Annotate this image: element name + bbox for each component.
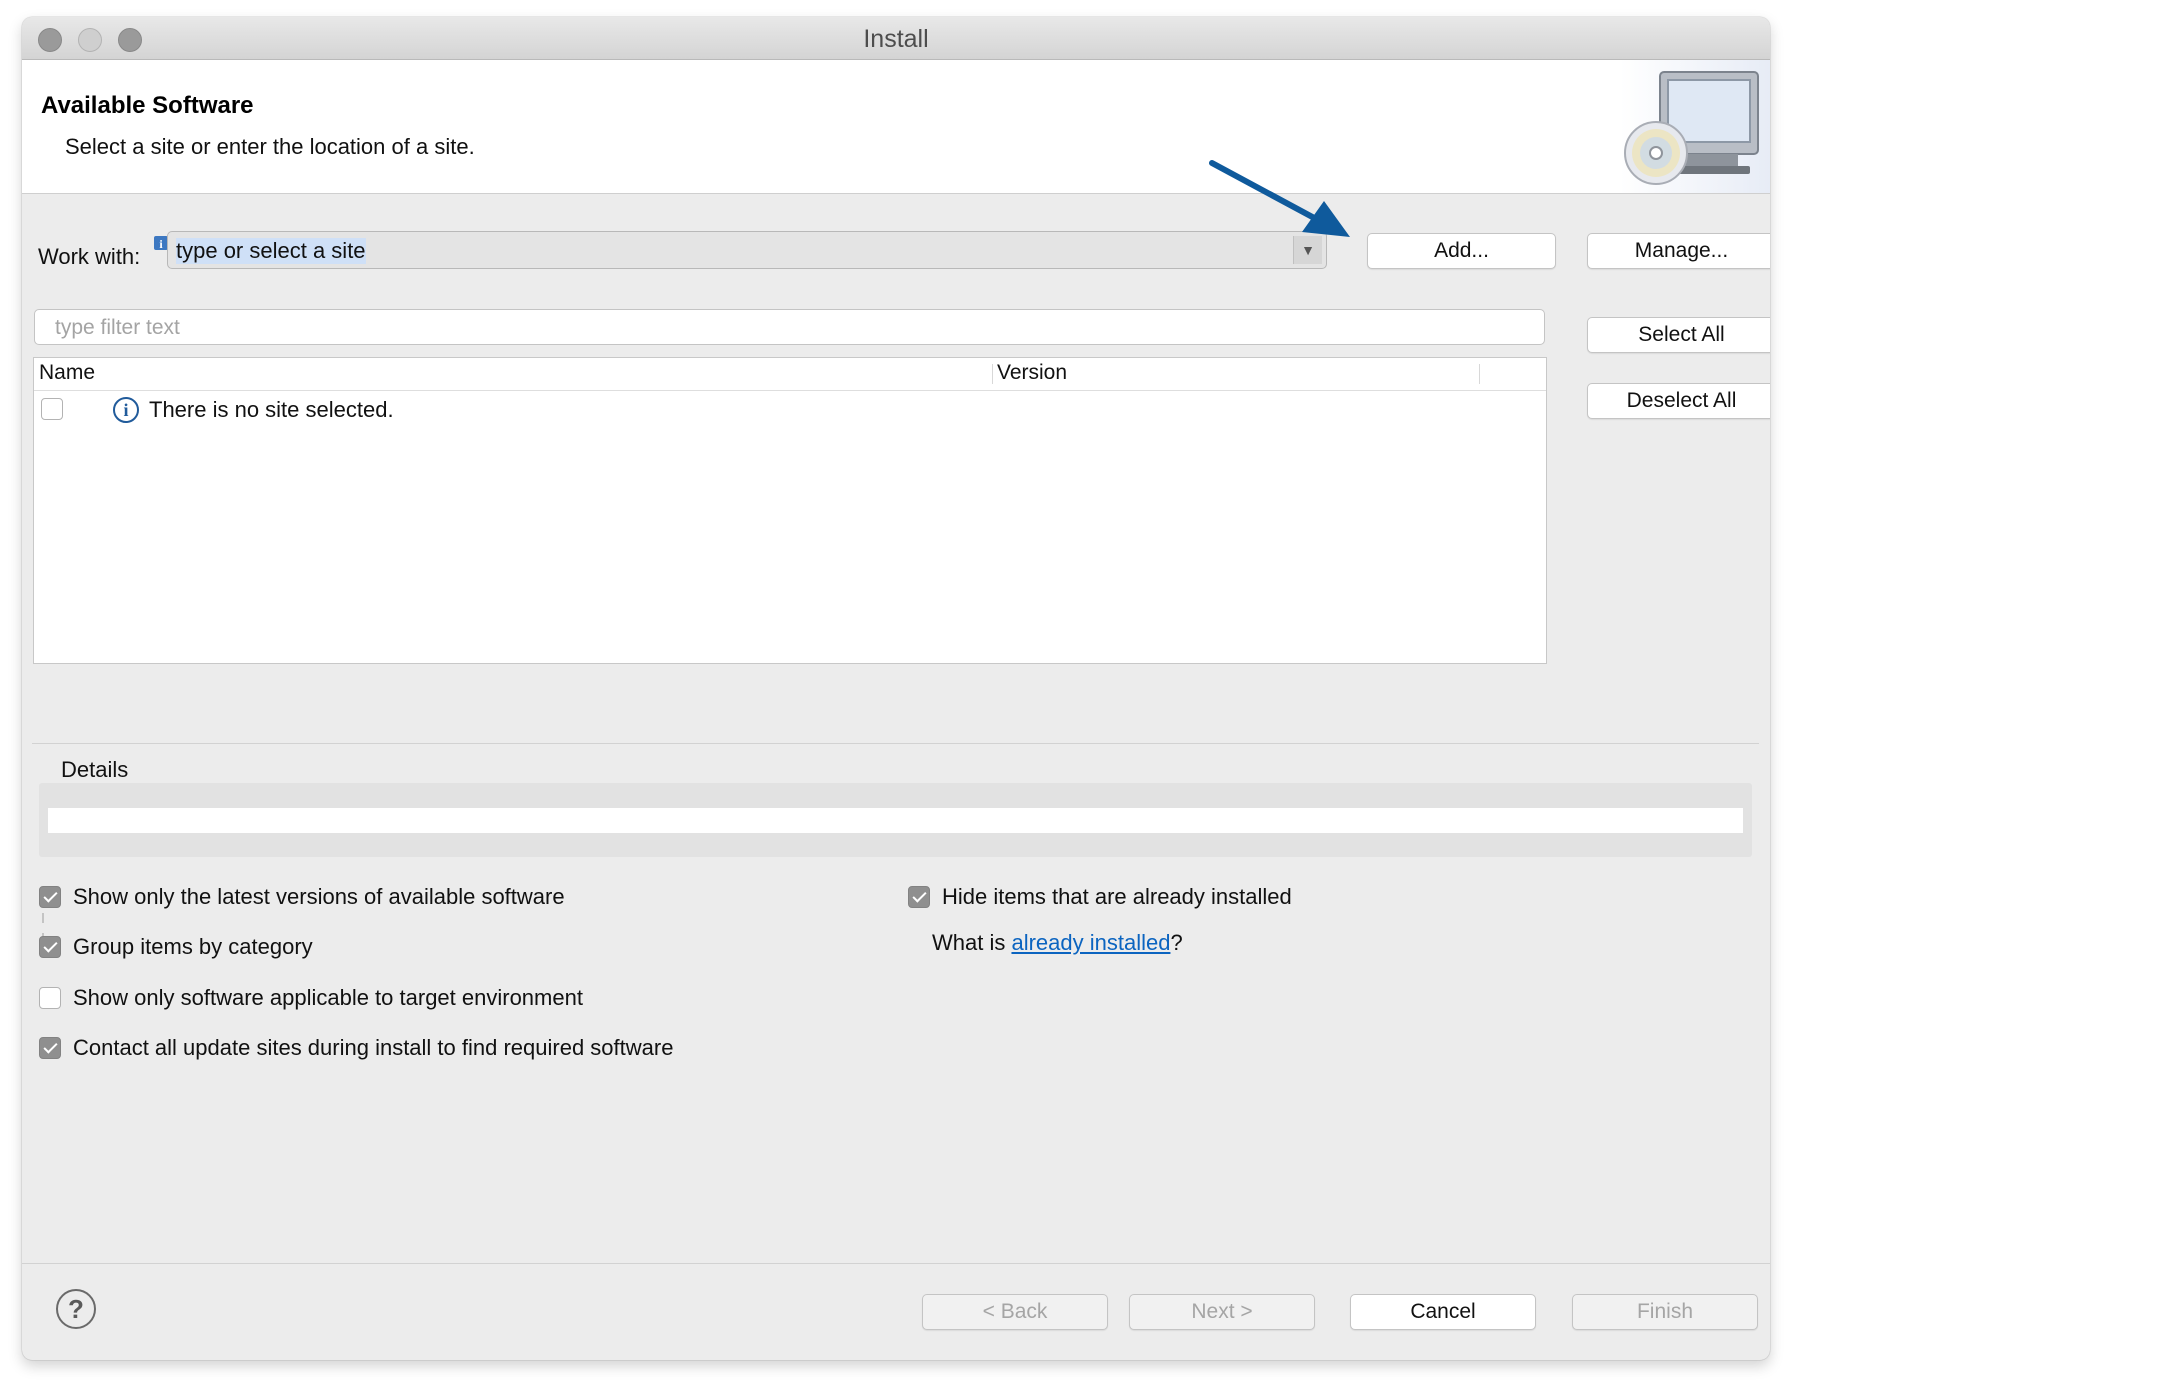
divider — [32, 743, 1759, 744]
what-is-installed-text: What is already installed? — [932, 930, 1183, 956]
row-text: There is no site selected. — [149, 397, 394, 422]
chevron-down-icon[interactable]: ▼ — [1293, 236, 1322, 264]
footer-divider — [22, 1263, 1770, 1264]
title-bar: Install — [22, 17, 1770, 60]
column-separator — [1479, 364, 1480, 384]
column-name-header[interactable]: Name — [39, 361, 95, 385]
hide-installed-label: Hide items that are already installed — [942, 884, 1292, 909]
filter-input[interactable]: type filter text — [34, 309, 1545, 345]
help-icon[interactable]: ? — [56, 1289, 96, 1329]
deselect-all-button[interactable]: Deselect All — [1587, 383, 1770, 419]
finish-button[interactable]: Finish — [1572, 1294, 1758, 1330]
row-checkbox[interactable] — [41, 398, 63, 420]
work-with-combo[interactable]: type or select a site ▼ — [167, 231, 1327, 269]
resize-grip — [42, 913, 44, 923]
contact-sites-checkbox[interactable] — [39, 1037, 61, 1059]
already-installed-link[interactable]: already installed — [1011, 930, 1170, 955]
wizard-header: Available Software Select a site or ente… — [22, 60, 1770, 194]
latest-versions-label: Show only the latest versions of availab… — [73, 884, 565, 909]
page-title: Available Software — [41, 92, 254, 119]
add-button[interactable]: Add... — [1367, 233, 1556, 269]
what-is-suffix: ? — [1170, 930, 1183, 955]
back-button[interactable]: < Back — [922, 1294, 1108, 1330]
install-dialog: Install Available Software Select a site… — [22, 17, 1770, 1360]
target-env-checkbox[interactable] — [39, 987, 61, 1009]
what-is-prefix: What is — [932, 930, 1012, 955]
group-by-category-checkbox[interactable] — [39, 936, 61, 958]
latest-versions-checkbox[interactable] — [39, 886, 61, 908]
group-by-category-label: Group items by category — [73, 934, 313, 959]
filter-placeholder: type filter text — [55, 316, 180, 339]
software-tree[interactable]: Name Version i There is no site selected… — [33, 357, 1547, 664]
contact-sites-label: Contact all update sites during install … — [73, 1035, 674, 1060]
work-with-input[interactable]: type or select a site — [176, 238, 366, 264]
cancel-button[interactable]: Cancel — [1350, 1294, 1536, 1330]
banner-area — [1620, 60, 1770, 193]
tree-header: Name Version — [34, 358, 1546, 391]
column-version-header[interactable]: Version — [997, 361, 1067, 385]
details-label: Details — [61, 757, 129, 782]
select-all-button[interactable]: Select All — [1587, 317, 1770, 353]
details-field — [48, 808, 1743, 833]
window-title: Install — [863, 25, 929, 53]
table-row: i There is no site selected. — [34, 391, 1546, 427]
hide-installed-checkbox[interactable] — [908, 886, 930, 908]
page-description: Select a site or enter the location of a… — [65, 134, 475, 159]
details-area — [39, 783, 1752, 857]
install-computer-cd-icon — [1624, 71, 1759, 185]
target-env-label: Show only software applicable to target … — [73, 985, 583, 1010]
work-with-label: Work with: — [38, 244, 141, 269]
next-button[interactable]: Next > — [1129, 1294, 1315, 1330]
manage-button[interactable]: Manage... — [1587, 233, 1770, 269]
info-icon: i — [113, 397, 139, 423]
column-separator — [992, 364, 993, 384]
